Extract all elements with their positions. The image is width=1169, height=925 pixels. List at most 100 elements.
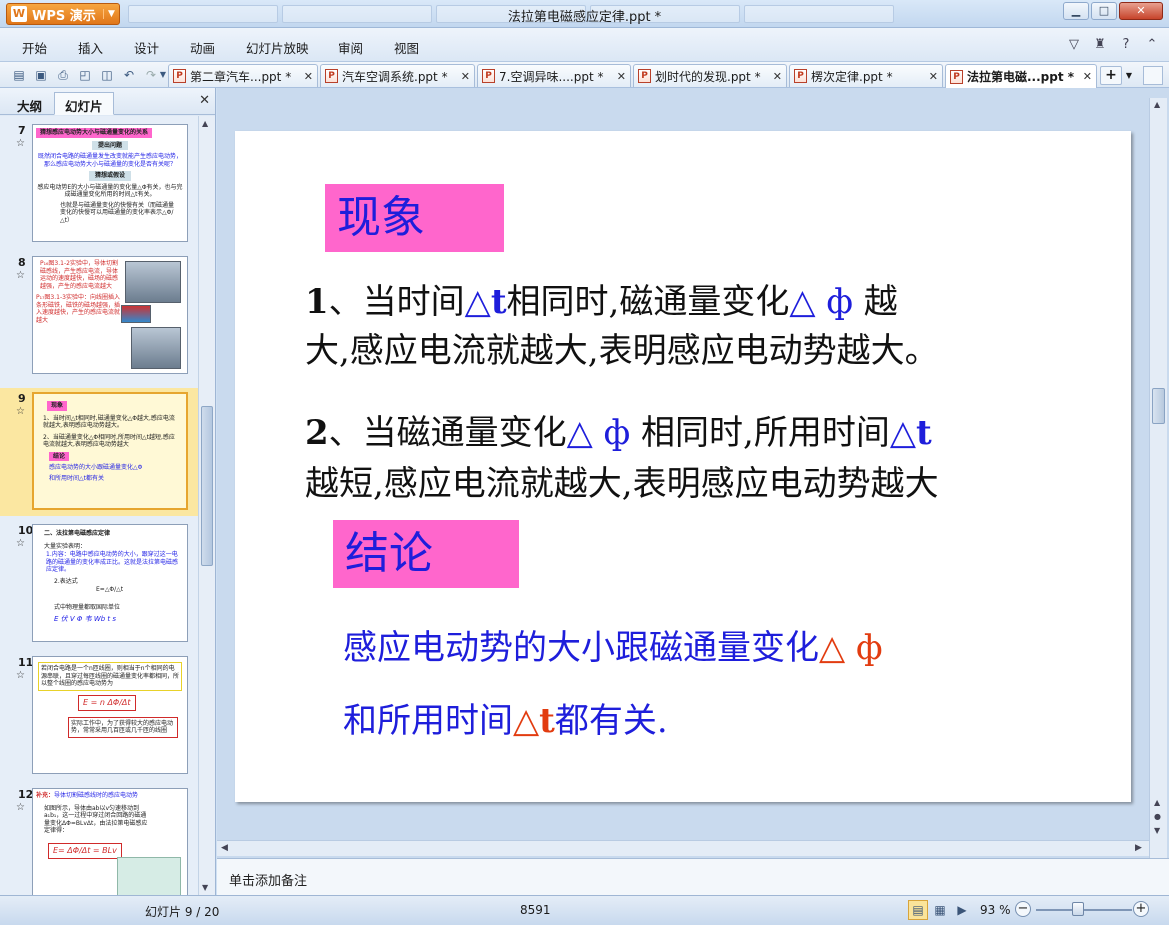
close-tab-icon[interactable]: ✕ [461,70,470,83]
thumb-text: 补充： [36,792,55,799]
undo-icon[interactable]: ↶ [120,66,138,84]
thumbnail-row-selected[interactable]: 9 ☆ 现象 1、当时间△t相同时,磁通量变化△Φ越大,感应电流就越大,表明感应… [0,388,198,516]
print-preview-icon[interactable]: ◰ [76,66,94,84]
slide-line-2b[interactable]: 越短,感应电流就越大,表明感应电动势越大 [305,457,939,512]
menu-home[interactable]: 开始 [22,38,47,57]
menu-review[interactable]: 审阅 [338,38,363,57]
phenomenon-badge[interactable]: 现象 [325,184,504,252]
minimize-button[interactable]: ▁ [1063,2,1089,20]
thumbnail-row[interactable]: 10 ☆ 二、法拉第电磁感应定律 大量实验表明： 1.内容：电路中感应电动势的大… [0,524,198,648]
slide-thumbnail-8[interactable]: P₁₆图3.1-2实验中，导体切割磁感线，产生感应电流，导体运动的速度越快，磁场… [32,256,188,374]
slide-thumbnail-12[interactable]: 补充：导体切割磁感线时的感应电动势 如图所示，导体由ab以v匀速移动到a₁b₁，… [32,788,188,895]
delta-symbol: △ [889,413,917,453]
animation-star-icon: ☆ [16,802,25,813]
slide-line-1b[interactable]: 大,感应电流就越大,表明感应电动势越大。 [305,324,939,379]
scroll-up-icon[interactable]: ▲ [202,119,208,128]
slide-number: 8 [18,256,26,269]
normal-view-icon[interactable]: ▤ [908,900,928,920]
scroll-thumb[interactable] [201,406,213,566]
scroll-left-icon[interactable]: ◀ [221,843,228,853]
menu-insert[interactable]: 插入 [78,38,103,57]
format-painter-icon[interactable]: ◫ [98,66,116,84]
tab-outline[interactable]: 大纲 [6,92,53,115]
slide-line-2a[interactable]: 2、当磁通量变化△ ф 相同时,所用时间△t [305,406,932,461]
print-icon[interactable]: ⎙ [54,66,72,84]
line-text: 和所用时间 [343,701,513,741]
close-tab-icon[interactable]: ✕ [304,70,313,83]
doc-tab-3[interactable]: P 7.空调异味....ppt * ✕ [477,64,631,87]
menu-view[interactable]: 视图 [394,38,419,57]
shirt-icon[interactable]: ♜ [1091,37,1109,52]
thumb-text: 式中物理量都取国际单位 [54,603,121,611]
scroll-right-icon[interactable]: ▶ [1135,843,1142,853]
zoom-out-button[interactable]: − [1015,901,1031,917]
thumbnail-scrollbar[interactable]: ▲ ▼ [198,116,215,895]
tab-list-dropdown[interactable]: ▼ [1123,66,1135,85]
save-icon[interactable]: ▣ [32,66,50,84]
scroll-down-double-icon[interactable]: ▼ [1154,826,1160,835]
close-tab-icon[interactable]: ✕ [1083,70,1092,83]
line-text: 、当磁通量变化 [328,413,567,453]
document-tab-bar: ▤ ▣ ⎙ ◰ ◫ ↶ ↷ ▼ P 第二章汽车...ppt * ✕ P 汽车空调… [0,62,1169,88]
zoom-in-button[interactable]: + [1133,901,1149,917]
slide-sorter-icon[interactable]: ▦ [930,900,950,920]
notes-pane[interactable]: 单击添加备注 [217,858,1169,895]
doc-tab-4[interactable]: P 划时代的发现.ppt * ✕ [633,64,787,87]
zoom-slider[interactable] [1036,909,1132,911]
thumb-title: 猜想感应电动势大小与磁通量变化的关系 [36,128,153,138]
current-slide[interactable]: 现象 1、当时间△t相同时,磁通量变化△ ф 越 大,感应电流就越大,表明感应电… [235,131,1131,802]
thumb-text: 大量实验表明： [44,542,87,550]
slide-line-1a[interactable]: 1、当时间△t相同时,磁通量变化△ ф 越 [305,275,898,330]
doc-tab-1[interactable]: P 第二章汽车...ppt * ✕ [168,64,318,87]
close-tab-icon[interactable]: ✕ [773,70,782,83]
slide-thumbnail-9[interactable]: 现象 1、当时间△t相同时,磁通量变化△Φ越大,感应电流就越大,表明感应电动势越… [32,392,188,510]
scroll-page-icon[interactable]: ● [1154,812,1161,821]
thumbnail-row[interactable]: 11 ☆ 若闭合电路是一个n匝线圈，则相当于n个相同的电源串联，且穿过每匝线圈的… [0,656,198,780]
slide-thumbnail-7[interactable]: 猜想感应电动势大小与磁通量变化的关系 提出问题 既然闭合电路的磁通量发生改变就能… [32,124,188,242]
zoom-slider-handle[interactable] [1072,902,1084,916]
slide-thumbnail-11[interactable]: 若闭合电路是一个n匝线圈，则相当于n个相同的电源串联，且穿过每匝线圈的磁通量变化… [32,656,188,774]
thumb-text: 1.内容：电路中感应电动势的大小，跟穿过这一电路的磁通量的变化率成正比。这就是法… [46,551,179,573]
scroll-up-icon[interactable]: ▲ [1154,100,1160,109]
doc-tab-label: 7.空调异味....ppt * [499,69,604,84]
notes-placeholder[interactable]: 单击添加备注 [229,870,307,889]
new-tab-button[interactable]: + [1100,66,1122,85]
scroll-thumb[interactable] [1152,388,1165,424]
tab-slides[interactable]: 幻灯片 [54,92,114,115]
scroll-down-icon[interactable]: ▼ [202,883,208,892]
doc-tab-6-active[interactable]: P 法拉第电磁...ppt * ✕ [945,64,1097,88]
conclusion-badge[interactable]: 结论 [333,520,519,588]
close-panel-icon[interactable]: ✕ [199,93,210,108]
slideshow-icon[interactable]: ▶ [952,900,972,920]
slide-line-4[interactable]: 和所用时间△t都有关. [343,694,668,749]
ppt-file-icon: P [794,69,807,83]
help-icon[interactable]: ? [1117,37,1135,52]
close-tab-icon[interactable]: ✕ [929,70,938,83]
slide-line-3[interactable]: 感应电动势的大小跟磁通量变化△ ф [343,621,883,676]
vertical-scrollbar[interactable]: ▲ ▲ ● ▼ [1149,98,1167,858]
close-window-button[interactable]: ✕ [1119,2,1163,20]
wps-app-menu-button[interactable]: W WPS 演示 ▼ [6,3,120,25]
close-tab-icon[interactable]: ✕ [617,70,626,83]
menu-animation[interactable]: 动画 [190,38,215,57]
menu-bar: 开始 插入 设计 动画 幻灯片放映 审阅 视图 ▽ ♜ ? ⌃ [0,28,1169,62]
circuit-image [117,857,181,895]
open-folder-icon[interactable]: ▤ [10,66,28,84]
horizontal-scrollbar[interactable]: ◀ ▶ [217,840,1149,856]
doc-tab-2[interactable]: P 汽车空调系统.ppt * ✕ [320,64,475,87]
expand-ribbon-icon[interactable]: ⌃ [1143,37,1161,52]
thumbnail-row[interactable]: 12 ☆ 补充：导体切割磁感线时的感应电动势 如图所示，导体由ab以v匀速移动到… [0,788,198,895]
slide-thumbnail-10[interactable]: 二、法拉第电磁感应定律 大量实验表明： 1.内容：电路中感应电动势的大小，跟穿过… [32,524,188,642]
ghost-tab [282,5,432,23]
maximize-button[interactable]: □ [1091,2,1117,20]
menu-design[interactable]: 设计 [134,38,159,57]
thumbnail-row[interactable]: 8 ☆ P₁₆图3.1-2实验中，导体切割磁感线，产生感应电流，导体运动的速度越… [0,256,198,380]
skin-icon[interactable]: ▽ [1065,37,1083,52]
doc-tab-5[interactable]: P 楞次定律.ppt * ✕ [789,64,943,87]
thumbnail-row[interactable]: 7 ☆ 猜想感应电动势大小与磁通量变化的关系 提出问题 既然闭合电路的磁通量发生… [0,124,198,248]
restore-tabs-button[interactable] [1143,66,1163,85]
scroll-up-double-icon[interactable]: ▲ [1154,798,1160,807]
magnet-image [121,305,151,323]
menu-slideshow[interactable]: 幻灯片放映 [246,38,309,57]
ppt-file-icon: P [950,69,963,84]
